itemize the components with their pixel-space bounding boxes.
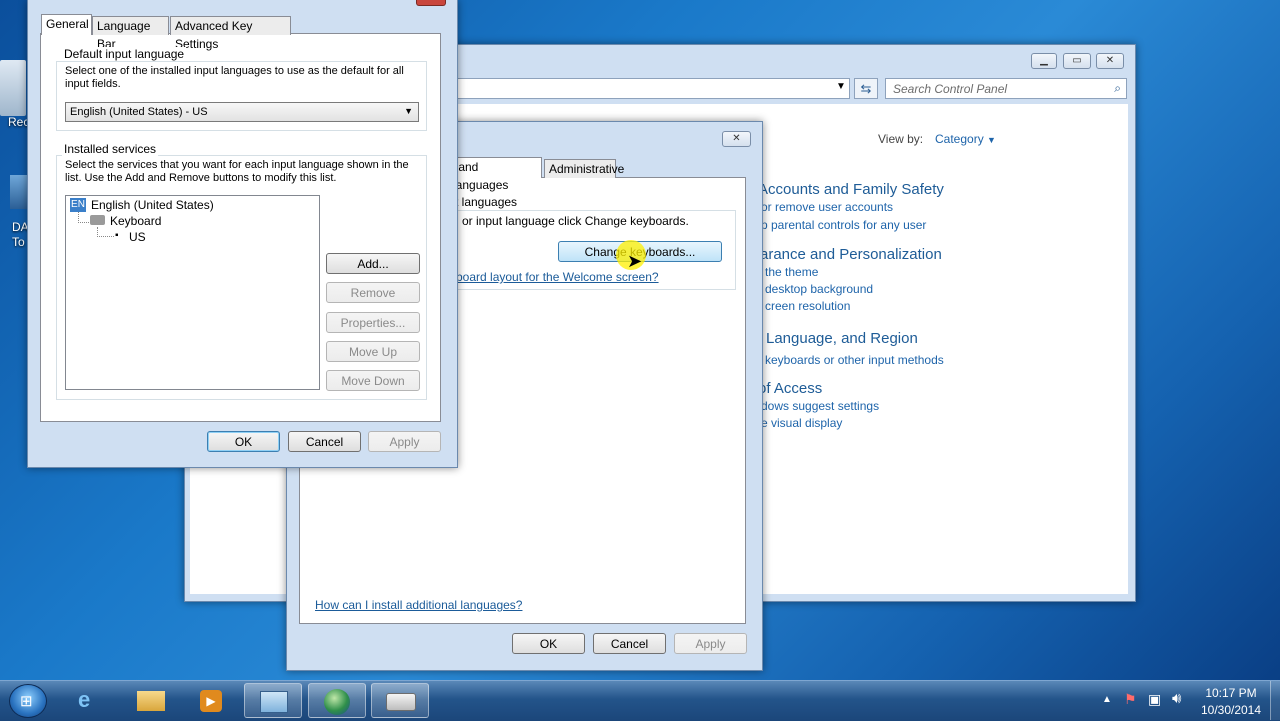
add-button[interactable]: Add... [326,253,420,274]
move-down-button[interactable]: Move Down [326,370,420,391]
windows-logo-icon: ⊞ [20,693,33,710]
start-button[interactable]: ⊞ [9,684,47,718]
welcome-screen-link[interactable]: board layout for the Welcome screen? [456,270,659,284]
keyboard-balloon-icon [386,693,416,711]
move-up-button[interactable]: Move Up [326,341,420,362]
section-accounts-link1[interactable]: or remove user accounts [761,200,893,214]
section-accounts-link2[interactable]: p parental controls for any user [761,218,926,232]
action-center-icon[interactable]: ⚑ [1124,691,1137,708]
search-icon[interactable]: ⌕ [1114,81,1121,96]
taskbar-text-services[interactable] [371,683,429,718]
region-ok-button[interactable]: OK [512,633,585,654]
tree-item-language[interactable]: English (United States) [91,198,214,212]
search-input[interactable]: Search Control Panel [893,82,1007,96]
default-language-value: English (United States) - US [70,106,208,118]
refresh-icon[interactable]: ⇆ [854,78,878,99]
tree-connector [97,227,114,237]
default-language-select[interactable]: English (United States) - US ▼ [65,102,419,122]
volume-icon[interactable]: 🔊︎ [1172,690,1181,707]
installed-services-label: Installed services [62,142,159,156]
network-icon[interactable]: ▣ [1148,691,1161,708]
close-button[interactable]: ✕ [1096,53,1124,69]
remove-button[interactable]: Remove [326,282,420,303]
section-appearance-link1[interactable]: the theme [765,265,818,279]
section-access-link1[interactable]: dows suggest settings [761,399,879,413]
taskbar-control-panel[interactable] [244,683,302,718]
view-by-value: Category [935,132,984,146]
internet-explorer-icon: e [78,687,91,712]
tree-item-layout[interactable]: US [129,230,146,244]
section-appearance-link3[interactable]: creen resolution [765,299,850,313]
section-language-title[interactable]: Language, and Region [766,330,918,347]
folder-icon [137,691,165,711]
section-language-link1[interactable]: keyboards or other input methods [765,353,944,367]
region-apply-button[interactable]: Apply [674,633,747,654]
globe-clock-icon [324,689,350,715]
installed-services-description: Select the services that you want for ea… [65,159,409,184]
bullet-icon: ▪ [115,230,119,241]
section-accounts-title[interactable]: Accounts and Family Safety [758,181,944,198]
properties-button[interactable]: Properties... [326,312,420,333]
default-language-label: Default input language [62,47,187,61]
text-services-close-button[interactable] [416,0,446,6]
tree-connector [78,212,89,223]
default-language-description: Select one of the installed input langua… [65,65,404,90]
tab-administrative[interactable]: Administrative [544,159,624,178]
text-services-apply-button[interactable]: Apply [368,431,441,452]
media-player-icon: ▶ [200,690,222,712]
keyboards-description: l or input language click Change keyboar… [456,214,689,228]
clock-date[interactable]: 10/30/2014 [1196,703,1266,717]
show-desktop-button[interactable] [1270,681,1280,720]
show-hidden-icons[interactable]: ▲ [1102,694,1112,705]
tab-general[interactable]: General [41,14,92,35]
taskbar-internet-explorer[interactable]: e [62,683,120,718]
install-languages-link[interactable]: How can I install additional languages? [315,598,522,612]
clock-time[interactable]: 10:17 PM [1196,686,1266,700]
view-by-label: View by: [878,132,924,146]
view-by-dropdown[interactable]: Category ▼ [935,132,996,146]
address-dropdown-icon[interactable]: ▼ [836,81,846,92]
minimize-button[interactable]: ▁ [1031,53,1057,69]
tree-item-keyboard[interactable]: Keyboard [110,214,161,228]
tools-label-line2: To [12,235,25,249]
search-box[interactable]: Search Control Panel ⌕ [885,78,1127,99]
tab-keyboards-languages[interactable]: s and Languages [444,157,542,192]
tools-desktop-icon[interactable] [10,175,28,209]
language-badge-icon: EN [70,198,86,212]
text-services-cancel-button[interactable]: Cancel [288,431,361,452]
taskbar-media-player[interactable]: ▶ [182,683,240,718]
chevron-down-icon: ▼ [987,135,996,145]
recycle-bin-icon[interactable] [0,60,26,116]
mouse-pointer-icon: ➤ [627,251,643,271]
control-panel-icon [260,691,288,713]
section-appearance-link2[interactable]: desktop background [765,282,873,296]
section-access-title[interactable]: of Access [758,380,822,397]
section-access-link2[interactable]: e visual display [761,416,842,430]
section-appearance-title[interactable]: arance and Personalization [760,246,942,263]
tab-language-bar[interactable]: Language Bar [92,16,169,51]
dropdown-arrow-icon: ▼ [404,106,413,116]
tab-advanced-key-settings[interactable]: Advanced Key Settings [170,16,291,51]
dialog-close-button[interactable]: ✕ [722,131,751,147]
keyboard-icon [90,215,105,225]
text-services-ok-button[interactable]: OK [207,431,280,452]
maximize-button[interactable]: ▭ [1063,53,1091,69]
keyboards-group-label: t languages [453,195,520,209]
taskbar-region-language[interactable] [308,683,366,718]
region-cancel-button[interactable]: Cancel [593,633,666,654]
taskbar-explorer[interactable] [122,683,180,718]
